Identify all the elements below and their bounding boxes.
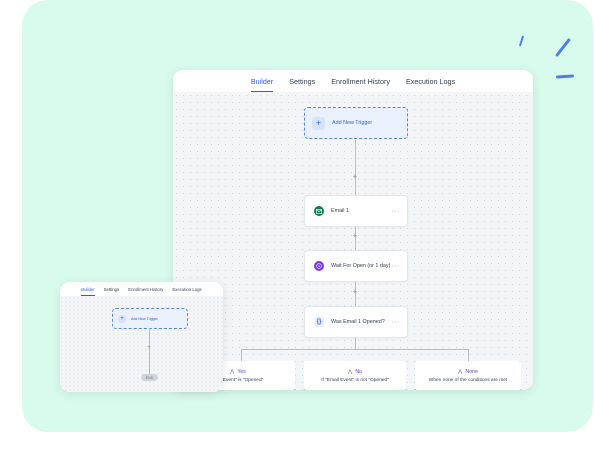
workflow-canvas[interactable]: + + + + Add New Trigger Email 1 ··· Wait… xyxy=(173,92,533,390)
tab-enrollment-history[interactable]: Enrollment History xyxy=(128,282,163,296)
add-step-plus[interactable]: + xyxy=(351,173,359,181)
branch-title: Yes xyxy=(237,368,246,375)
email-icon xyxy=(314,206,324,216)
tab-builder[interactable]: Builder xyxy=(81,282,96,296)
connector-line xyxy=(355,336,356,350)
clock-icon xyxy=(314,261,324,271)
step-email-1[interactable]: Email 1 ··· xyxy=(304,195,408,227)
trigger-label: Add New Trigger xyxy=(131,316,158,321)
add-step-plus[interactable]: + xyxy=(145,344,153,352)
split-icon: ⋀ xyxy=(348,368,353,375)
tab-execution-logs[interactable]: Execution Logs xyxy=(172,282,201,296)
workflow-builder-window-small: Builder Settings Enrollment History Exec… xyxy=(60,282,223,392)
split-icon: ⋀ xyxy=(230,368,235,375)
branch-no[interactable]: ⋀ No If "Email Event" is not "Opened" xyxy=(304,361,406,390)
braces-icon: {} xyxy=(314,317,324,327)
branch-title: None xyxy=(465,368,478,375)
end-node: END xyxy=(141,374,158,381)
branch-none[interactable]: ⋀ None When none of the conditions are me… xyxy=(415,361,521,390)
workflow-canvas[interactable]: + Add New Trigger + END xyxy=(60,296,223,392)
add-new-trigger-button[interactable]: + Add New Trigger xyxy=(304,107,408,139)
add-step-plus[interactable]: + xyxy=(351,288,359,296)
workflow-builder-window: Builder Settings Enrollment History Exec… xyxy=(173,70,533,390)
tab-settings[interactable]: Settings xyxy=(104,282,120,296)
tab-bar: Builder Settings Enrollment History Exec… xyxy=(60,282,223,297)
connector-line xyxy=(468,349,469,361)
split-icon: ⋀ xyxy=(458,368,463,375)
connector-line xyxy=(241,349,242,361)
add-new-trigger-button[interactable]: + Add New Trigger xyxy=(112,308,188,329)
tab-builder[interactable]: Builder xyxy=(250,70,274,92)
step-label: Email 1 xyxy=(331,208,349,214)
more-options-icon[interactable]: ··· xyxy=(392,208,401,215)
branch-subtitle: When none of the conditions are met xyxy=(428,377,508,383)
tab-execution-logs[interactable]: Execution Logs xyxy=(406,70,455,92)
branch-connector xyxy=(241,349,468,350)
plus-icon: + xyxy=(118,314,126,323)
tab-bar: Builder Settings Enrollment History Exec… xyxy=(173,70,533,93)
more-options-icon[interactable]: ··· xyxy=(392,263,401,270)
tab-settings[interactable]: Settings xyxy=(289,70,315,92)
step-label: Wait For Open (or 1 day) xyxy=(331,263,391,269)
more-options-icon[interactable]: ··· xyxy=(392,319,401,326)
branch-title: No xyxy=(355,368,362,375)
tab-enrollment-history[interactable]: Enrollment History xyxy=(331,70,390,92)
branch-subtitle: If "Email Event" is not "Opened" xyxy=(321,377,389,383)
step-condition[interactable]: {} Was Email 1 Opened? ··· xyxy=(304,306,408,338)
add-step-plus[interactable]: + xyxy=(351,232,359,240)
step-wait-for-open[interactable]: Wait For Open (or 1 day) ··· xyxy=(304,250,408,282)
plus-icon: + xyxy=(312,116,325,130)
step-label: Was Email 1 Opened? xyxy=(331,319,385,325)
trigger-label: Add New Trigger xyxy=(332,120,373,126)
